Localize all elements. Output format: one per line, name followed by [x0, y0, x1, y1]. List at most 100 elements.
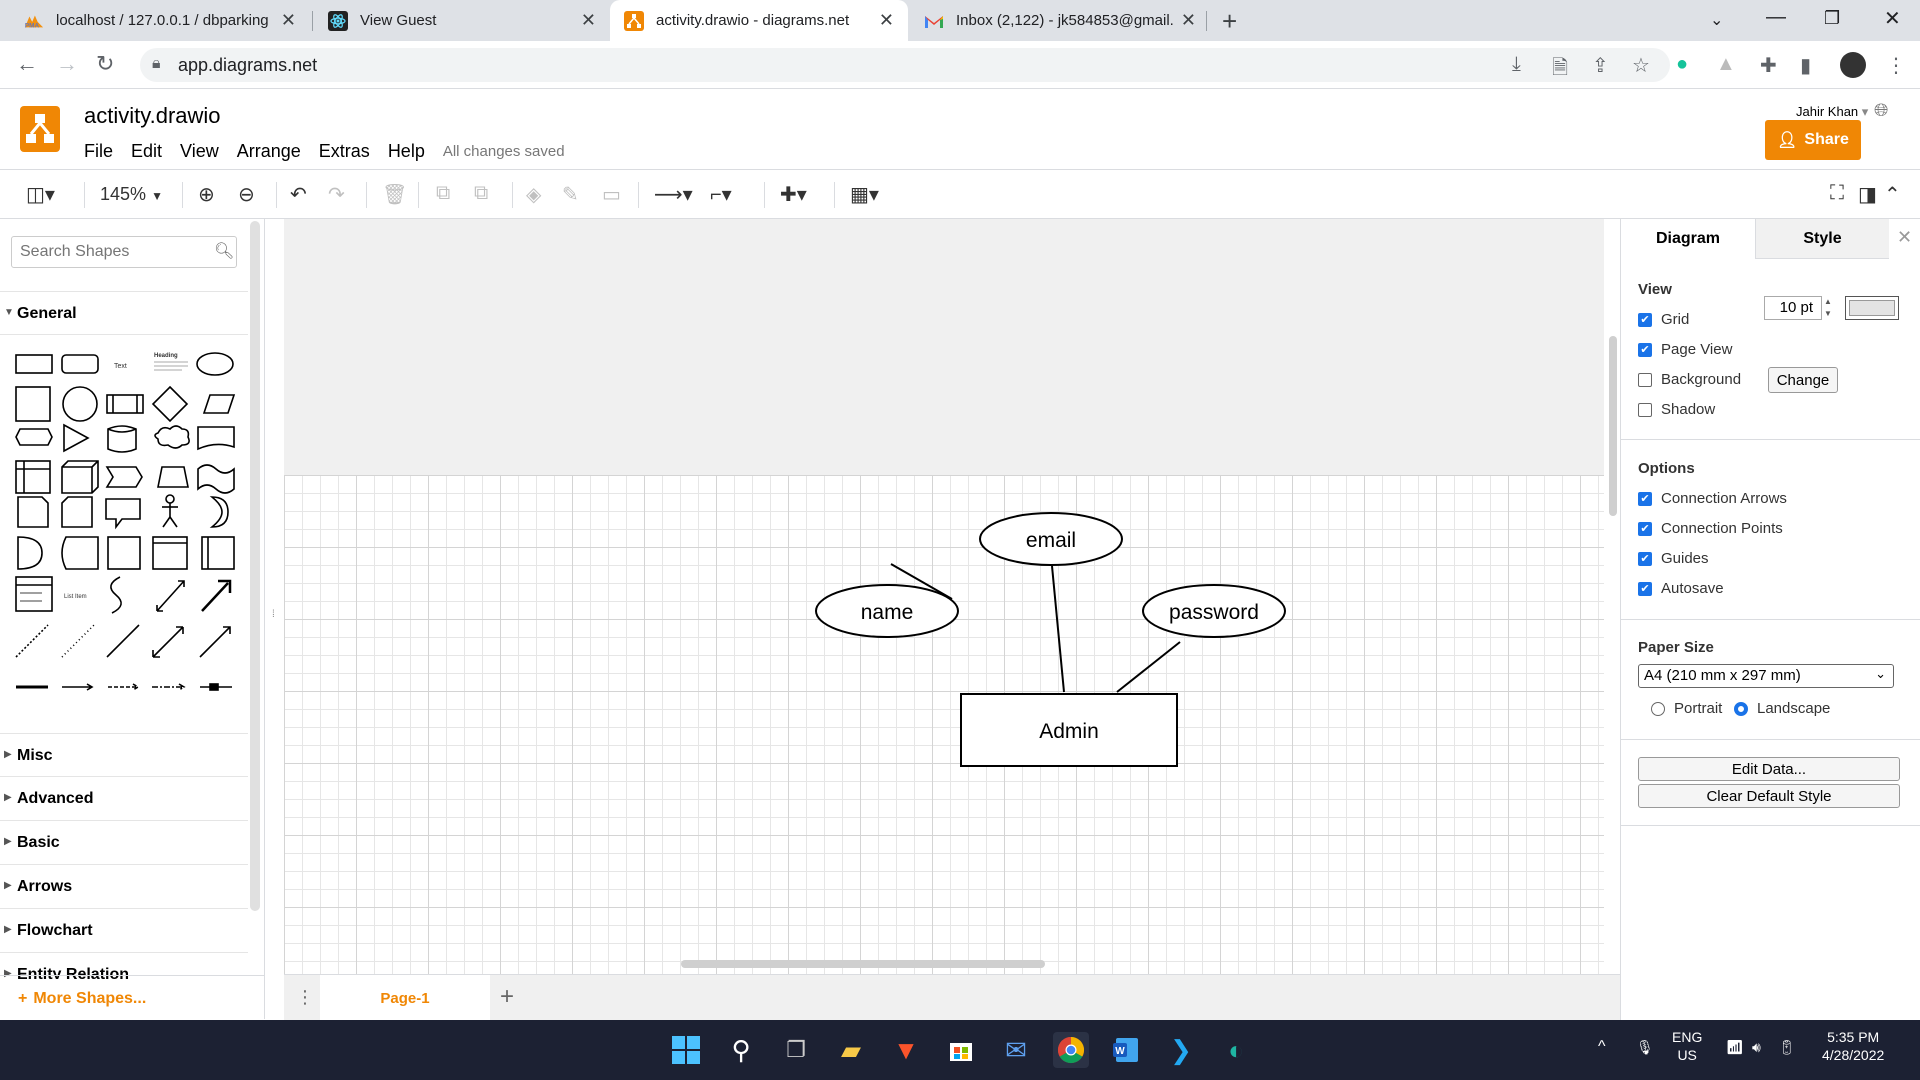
share-button[interactable]: 👤︎ Share — [1765, 120, 1861, 160]
edit-data-button[interactable]: Edit Data... — [1638, 757, 1900, 781]
section-general[interactable]: ▼ General — [0, 291, 248, 335]
close-tab-icon[interactable]: ✕ — [879, 10, 894, 31]
sidebar-scrollbar[interactable] — [250, 221, 260, 911]
paper-size-select[interactable]: A4 (210 mm x 297 mm) ⌄ — [1638, 664, 1894, 688]
password-attribute[interactable]: password — [1142, 584, 1286, 638]
zoom-select[interactable]: 145% ▼ — [100, 184, 163, 205]
new-tab-icon[interactable]: + — [1222, 6, 1237, 37]
autosave-checkbox[interactable]: ✔ Autosave — [1638, 580, 1724, 597]
undo-icon[interactable]: ↶ — [290, 182, 307, 207]
delete-icon[interactable]: 🗑︎ — [382, 182, 407, 207]
tab-search-chevron-icon[interactable]: ⌄ — [1710, 10, 1723, 30]
redo-icon[interactable]: ↷ — [328, 182, 345, 207]
grid-size-input[interactable]: 10 pt — [1764, 296, 1822, 320]
landscape-radio[interactable]: Landscape — [1734, 700, 1830, 717]
connection-points-checkbox[interactable]: ✔ Connection Points — [1638, 520, 1783, 537]
clock[interactable]: 5:35 PM 4/28/2022 — [1822, 1028, 1884, 1064]
share-page-icon[interactable]: ⇪ — [1592, 53, 1609, 78]
clear-default-style-button[interactable]: Clear Default Style — [1638, 784, 1900, 808]
name-attribute[interactable]: name — [815, 584, 959, 638]
word-icon[interactable]: W — [1108, 1032, 1144, 1068]
zoom-in-icon[interactable]: ⊕ — [198, 182, 215, 207]
background-checkbox[interactable]: Background — [1638, 371, 1741, 388]
shadow-checkbox[interactable]: Shadow — [1638, 401, 1715, 418]
reload-icon[interactable]: ↻ — [96, 51, 114, 77]
brave-browser-icon[interactable]: ▼ — [888, 1032, 924, 1068]
menu-help[interactable]: Help — [388, 141, 425, 162]
user-name[interactable]: Jahir Khan ▾ 🌐︎ — [1796, 100, 1888, 121]
task-view-icon[interactable]: ❐ — [778, 1032, 814, 1068]
grammarly-icon[interactable]: ● — [1676, 53, 1688, 76]
page-action-icon[interactable]: 🗎︎ — [1552, 53, 1568, 87]
page-view-checkbox[interactable]: ✔ Page View — [1638, 341, 1732, 358]
general-shapes-palette[interactable]: Text Heading List Item — [12, 349, 242, 769]
menu-view[interactable]: View — [180, 141, 219, 162]
extensions-puzzle-icon[interactable]: ✚ — [1760, 53, 1777, 78]
grid-size-stepper-icon[interactable]: ▲ ▼ — [1824, 296, 1832, 320]
pages-menu-icon[interactable]: ⋮ — [296, 987, 314, 1008]
profile-avatar[interactable] — [1840, 52, 1866, 78]
admin-entity[interactable]: Admin — [960, 693, 1178, 767]
tab-style[interactable]: Style — [1755, 219, 1889, 259]
edge-icon[interactable]: ◐ — [1218, 1032, 1254, 1068]
horizontal-scrollbar[interactable] — [681, 960, 1045, 968]
guides-checkbox[interactable]: ✔ Guides — [1638, 550, 1709, 567]
sidebar-resize-handle[interactable]: ⁞ — [272, 609, 275, 620]
line-color-icon[interactable]: ✎ — [562, 182, 579, 207]
language-globe-icon[interactable]: 🌐︎ — [1874, 100, 1888, 120]
microsoft-store-icon[interactable] — [943, 1032, 979, 1068]
section-flowchart[interactable]: ▶ Flowchart — [0, 909, 248, 953]
menu-extras[interactable]: Extras — [319, 141, 370, 162]
page-tab-1[interactable]: Page-1 — [320, 975, 490, 1021]
to-back-icon[interactable]: ⧉ — [474, 182, 488, 205]
search-shapes-input[interactable] — [11, 236, 237, 268]
minimize-icon[interactable]: — — [1766, 6, 1786, 29]
browser-tab-gmail[interactable]: Inbox (2,122) - jk584853@gmail.c ✕ — [910, 0, 1210, 41]
collapse-icon[interactable]: ⌃ — [1884, 182, 1901, 207]
extension-icon[interactable]: ▲ — [1716, 53, 1736, 76]
search-icon[interactable]: ⚲ — [723, 1032, 759, 1068]
menu-arrange[interactable]: Arrange — [237, 141, 301, 162]
browser-tab-view-guest[interactable]: View Guest ✕ — [314, 0, 610, 41]
to-front-icon[interactable]: ⧉ — [436, 182, 450, 205]
install-app-icon[interactable]: ⤓ — [1512, 53, 1521, 76]
fullscreen-icon[interactable]: ⛶ — [1830, 182, 1844, 205]
document-title[interactable]: activity.drawio — [84, 103, 221, 129]
format-panel-toggle-icon[interactable]: ◫▾ — [26, 182, 55, 207]
change-background-button[interactable]: Change — [1768, 367, 1838, 393]
table-icon[interactable]: ▦▾ — [850, 182, 879, 207]
insert-plus-icon[interactable]: ✚▾ — [780, 182, 807, 207]
language-indicator[interactable]: ENG US — [1672, 1028, 1702, 1064]
section-misc[interactable]: ▶ Misc — [0, 733, 248, 777]
section-arrows[interactable]: ▶ Arrows — [0, 865, 248, 909]
wifi-icon[interactable]: 📶︎ — [1726, 1038, 1744, 1056]
browser-tab-drawio[interactable]: activity.drawio - diagrams.net ✕ — [610, 0, 908, 41]
volume-icon[interactable]: 🔊︎ — [1752, 1038, 1761, 1056]
connection-style-icon[interactable]: ⟶▾ — [654, 182, 693, 207]
menu-file[interactable]: File — [84, 141, 113, 162]
mail-icon[interactable]: ✉ — [998, 1032, 1034, 1068]
search-icon[interactable]: 🔍︎ — [214, 241, 234, 261]
connection-arrows-checkbox[interactable]: ✔ Connection Arrows — [1638, 490, 1787, 507]
microphone-icon[interactable]: 🎙︎ — [1636, 1038, 1654, 1056]
email-attribute[interactable]: email — [979, 512, 1123, 566]
fill-color-icon[interactable]: ◈ — [526, 182, 541, 207]
tab-diagram[interactable]: Diagram — [1621, 219, 1755, 259]
close-window-icon[interactable]: ✕ — [1884, 6, 1901, 31]
add-page-icon[interactable]: + — [500, 983, 514, 1011]
browser-menu-icon[interactable]: ⋮ — [1886, 53, 1906, 78]
zoom-out-icon[interactable]: ⊖ — [238, 182, 255, 207]
shadow-icon[interactable]: ▭ — [602, 182, 621, 207]
close-tab-icon[interactable]: ✕ — [281, 10, 296, 31]
menu-edit[interactable]: Edit — [131, 141, 162, 162]
tray-overflow-icon[interactable]: ^ — [1598, 1038, 1606, 1056]
bookmark-star-icon[interactable]: ☆ — [1632, 53, 1650, 78]
more-shapes-button[interactable]: + More Shapes... — [18, 990, 146, 1008]
file-explorer-icon[interactable]: ▰ — [833, 1032, 869, 1068]
waypoints-icon[interactable]: ⌐▾ — [710, 182, 732, 207]
portrait-radio[interactable]: Portrait — [1651, 700, 1722, 717]
browser-tab-phpmyadmin[interactable]: PMA localhost / 127.0.0.1 / dbparking ✕ — [10, 0, 310, 41]
forward-icon[interactable]: → — [56, 51, 78, 77]
er-diagram[interactable]: email name password Admin — [284, 219, 1604, 974]
back-icon[interactable]: ← — [16, 51, 38, 77]
